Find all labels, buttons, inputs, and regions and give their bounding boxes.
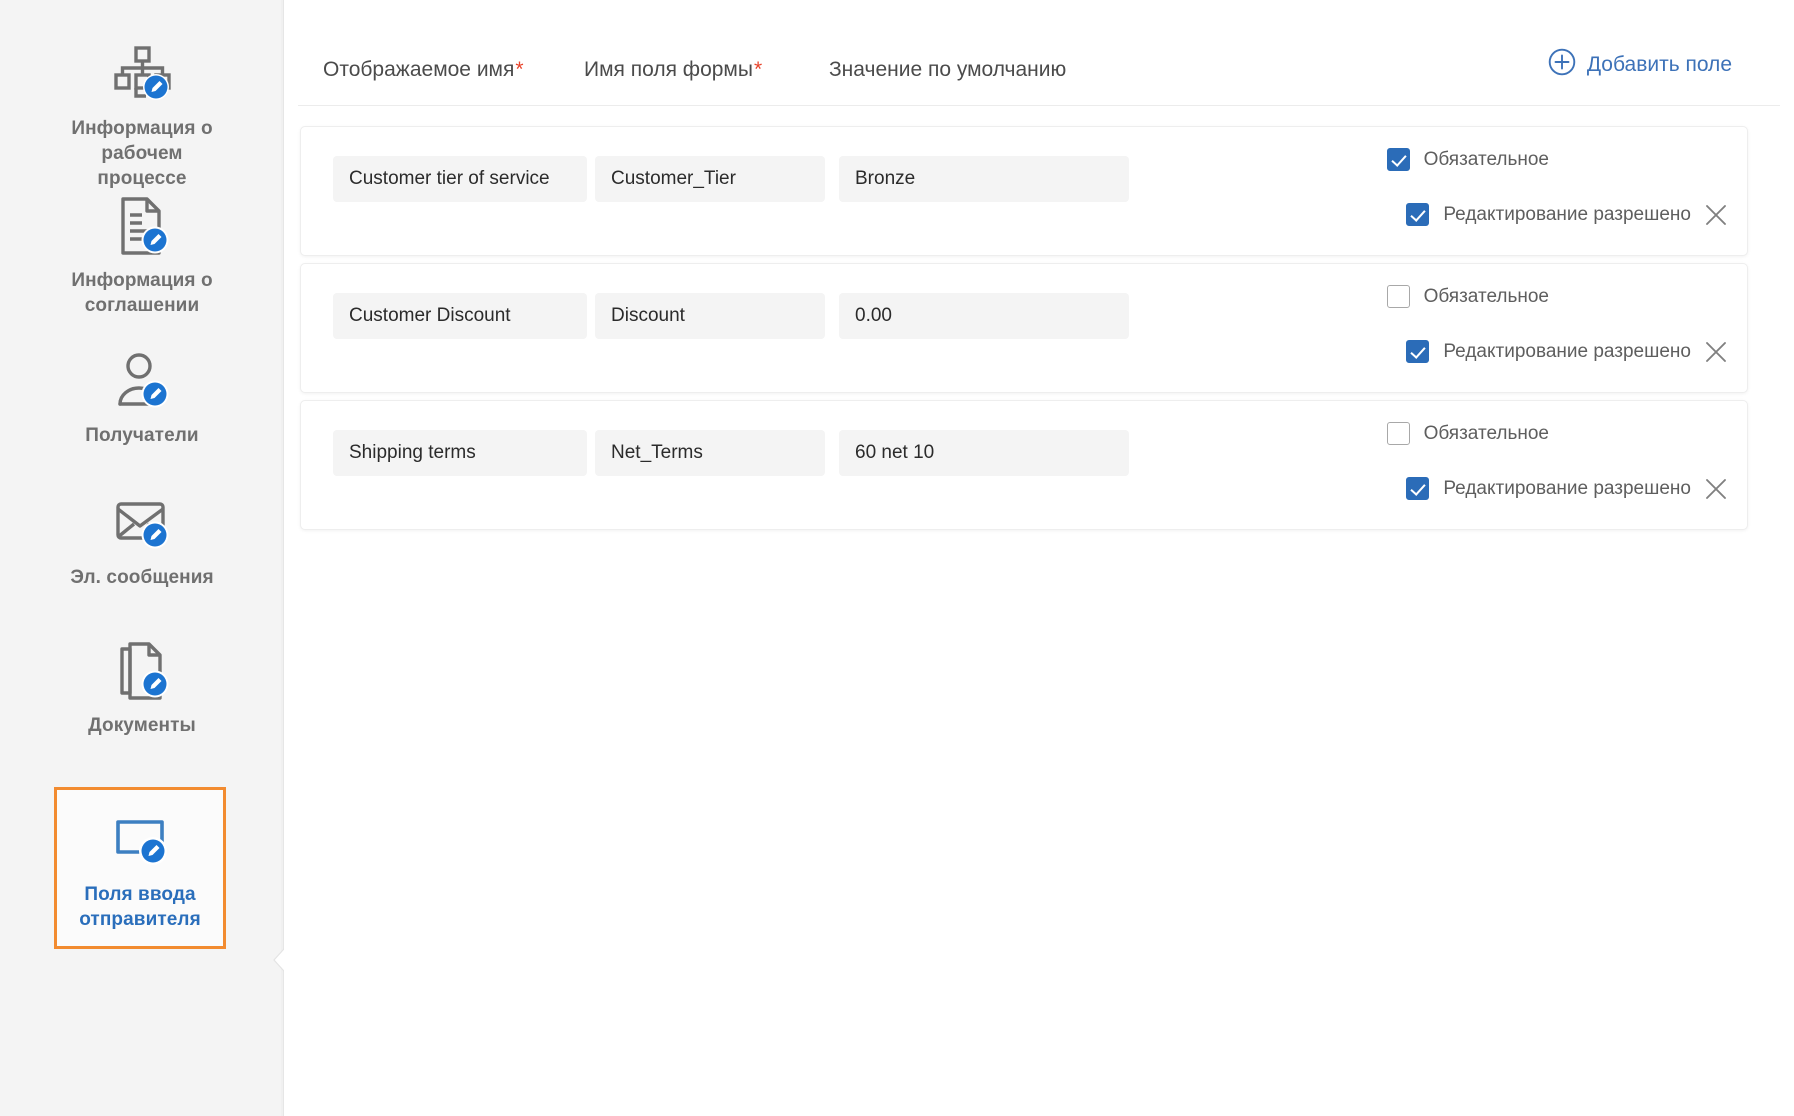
column-header-default-value: Значение по умолчанию [829, 58, 1066, 82]
display-name-input[interactable] [333, 430, 587, 476]
sidebar-item-workflow-info[interactable]: Информация о рабочем процессе [62, 38, 222, 191]
default-value-input[interactable] [839, 156, 1129, 202]
editable-checkbox-label: Редактирование разрешено [1443, 203, 1691, 225]
sidebar-item-documents[interactable]: Документы [62, 635, 222, 738]
column-header-display-name-label: Отображаемое имя [323, 58, 515, 81]
sidebar-item-label: Получатели [85, 425, 199, 446]
header-divider [298, 105, 1780, 106]
left-nav-sidebar: Информация о рабочем процессе Информация … [0, 0, 292, 1116]
editable-checkbox[interactable] [1406, 203, 1430, 226]
editable-checkbox-group[interactable]: Редактирование разрешено [1406, 477, 1691, 500]
remove-field-button[interactable] [1700, 336, 1732, 368]
sidebar-item-agreement-info[interactable]: Информация о соглашении [62, 190, 222, 318]
add-field-button[interactable]: Добавить поле [1548, 48, 1732, 82]
documents-icon [106, 635, 178, 707]
form-field-name-input[interactable] [595, 156, 825, 202]
sender-input-fields-icon [104, 804, 176, 876]
required-checkbox-label: Обязательное [1423, 285, 1549, 307]
add-field-button-label: Добавить поле [1586, 53, 1732, 76]
column-header-form-field-name-label: Имя поля формы [584, 58, 753, 81]
required-marker: * [753, 58, 763, 81]
sidebar-item-emails[interactable]: Эл. сообщения [62, 487, 222, 590]
required-checkbox-label: Обязательное [1423, 422, 1549, 444]
required-checkbox-label: Обязательное [1423, 148, 1549, 170]
form-field-name-input[interactable] [595, 293, 825, 339]
editable-checkbox[interactable] [1406, 477, 1430, 500]
sender-input-fields-panel: Отображаемое имя* Имя поля формы* Значен… [284, 0, 1794, 1116]
editable-checkbox[interactable] [1406, 340, 1430, 363]
required-checkbox[interactable] [1386, 148, 1410, 171]
recipients-icon [106, 345, 178, 417]
required-checkbox[interactable] [1386, 422, 1410, 445]
required-checkbox-group[interactable]: Обязательное [1386, 285, 1549, 308]
default-value-input[interactable] [839, 293, 1129, 339]
plus-circle-icon [1548, 48, 1576, 82]
form-field-name-input[interactable] [595, 430, 825, 476]
table-row: Обязательное Редактирование разрешено [300, 400, 1748, 530]
required-checkbox-group[interactable]: Обязательное [1386, 422, 1549, 445]
editable-checkbox-label: Редактирование разрешено [1443, 477, 1691, 499]
editable-checkbox-group[interactable]: Редактирование разрешено [1406, 340, 1691, 363]
default-value-input[interactable] [839, 430, 1129, 476]
agreement-info-icon [106, 190, 178, 262]
column-header-form-field-name: Имя поля формы* [584, 58, 762, 82]
sidebar-item-label: Информация о соглашении [71, 270, 213, 316]
fields-table-header: Отображаемое имя* Имя поля формы* Значен… [284, 0, 1794, 106]
remove-field-button[interactable] [1700, 473, 1732, 505]
sidebar-item-label: Эл. сообщения [70, 567, 214, 588]
display-name-input[interactable] [333, 293, 587, 339]
column-header-display-name: Отображаемое имя* [323, 58, 524, 82]
required-marker: * [515, 58, 524, 81]
sidebar-item-label: Информация о рабочем процессе [71, 118, 213, 189]
sidebar-item-sender-input-fields[interactable]: Поля ввода отправителя [54, 787, 226, 949]
table-row: Обязательное Редактирование разрешено [300, 263, 1748, 393]
required-checkbox[interactable] [1386, 285, 1410, 308]
required-checkbox-group[interactable]: Обязательное [1386, 148, 1549, 171]
editable-checkbox-group[interactable]: Редактирование разрешено [1406, 203, 1691, 226]
table-row: Обязательное Редактирование разрешено [300, 126, 1748, 256]
emails-icon [106, 487, 178, 559]
sidebar-item-recipients[interactable]: Получатели [62, 345, 222, 448]
column-header-default-value-label: Значение по умолчанию [829, 58, 1067, 81]
display-name-input[interactable] [333, 156, 587, 202]
remove-field-button[interactable] [1700, 199, 1732, 231]
sidebar-item-label: Документы [88, 715, 196, 736]
editable-checkbox-label: Редактирование разрешено [1443, 340, 1691, 362]
workflow-info-icon [106, 38, 178, 110]
sidebar-item-label: Поля ввода отправителя [79, 884, 201, 930]
